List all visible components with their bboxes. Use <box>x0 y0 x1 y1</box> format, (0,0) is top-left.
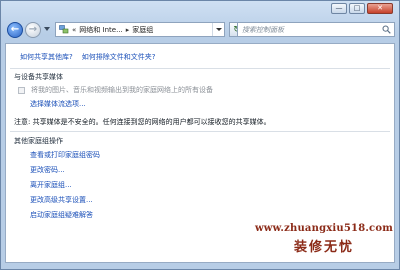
divider <box>10 68 390 69</box>
forward-arrow-icon: → <box>28 24 38 35</box>
help-links: 如何共享其他库? 如何排除文件和文件夹? <box>20 52 155 62</box>
search-placeholder: 搜索控制面板 <box>242 25 284 34</box>
homegroup-settings-panel: 如何共享其他库? 如何排除文件和文件夹? 与设备共享媒体 将我的图片、音乐和视频… <box>5 43 395 263</box>
divider <box>10 131 390 132</box>
stream-media-checkbox[interactable] <box>18 86 25 94</box>
watermark-url: www.zhuangxiu518.com <box>255 223 393 234</box>
close-button[interactable]: ✕ <box>367 3 393 14</box>
other-actions-title: 其他家庭组操作 <box>14 137 63 145</box>
forward-button[interactable]: → <box>25 22 41 38</box>
stream-media-option: 将我的图片、音乐和视频输出到我的家庭网络上的所有设备 <box>18 85 213 95</box>
link-advanced-sharing-settings[interactable]: 更改高级共享设置... <box>30 195 93 205</box>
link-exclude-files[interactable]: 如何排除文件和文件夹? <box>82 52 156 62</box>
navigation-bar: ← → « 网络和 Inte... ▸ 家庭组 ↻ 搜索控制面板 <box>5 20 395 40</box>
chevron-down-icon <box>215 28 222 31</box>
site-watermark: www.zhuangxiu518.com 装修无忧 <box>254 216 394 262</box>
caption-buttons: — □ ✕ <box>331 3 393 14</box>
search-icon[interactable] <box>382 25 391 34</box>
address-dropdown-button[interactable] <box>212 23 224 36</box>
link-leave-homegroup[interactable]: 离开家庭组... <box>30 180 72 190</box>
search-input[interactable]: 搜索控制面板 <box>237 22 395 37</box>
breadcrumb-separator[interactable]: ▸ <box>126 26 130 34</box>
back-arrow-icon: ← <box>10 24 20 35</box>
breadcrumb-homegroup[interactable]: 家庭组 <box>132 25 153 35</box>
watermark-brand: 装修无忧 <box>293 240 354 255</box>
minimize-button[interactable]: — <box>331 3 347 14</box>
security-note: 注意: 共享媒体是不安全的。任何连接到您的网络的用户都可以接收您的共享媒体。 <box>14 118 271 126</box>
network-icon <box>59 25 69 34</box>
breadcrumb-network[interactable]: 网络和 Inte... <box>79 25 122 35</box>
recent-pages-dropdown-icon[interactable] <box>44 27 50 31</box>
explorer-window: — □ ✕ ← → « 网络和 Inte... ▸ 家庭组 ↻ <box>0 0 400 270</box>
address-bar[interactable]: « 网络和 Inte... ▸ 家庭组 <box>55 22 225 37</box>
maximize-button[interactable]: □ <box>349 3 365 14</box>
back-button[interactable]: ← <box>7 22 23 38</box>
link-share-other-libraries[interactable]: 如何共享其他库? <box>20 52 73 62</box>
media-section-title: 与设备共享媒体 <box>14 73 63 81</box>
link-view-print-password[interactable]: 查看或打印家庭组密码 <box>30 150 100 160</box>
stream-media-label: 将我的图片、音乐和视频输出到我的家庭网络上的所有设备 <box>31 86 213 94</box>
link-homegroup-troubleshooter[interactable]: 启动家庭组疑难解答 <box>30 210 93 220</box>
breadcrumb-overflow[interactable]: « <box>72 26 76 34</box>
link-change-password[interactable]: 更改密码... <box>30 165 65 175</box>
media-streaming-options-link[interactable]: 选择媒体流选项... <box>30 99 86 109</box>
